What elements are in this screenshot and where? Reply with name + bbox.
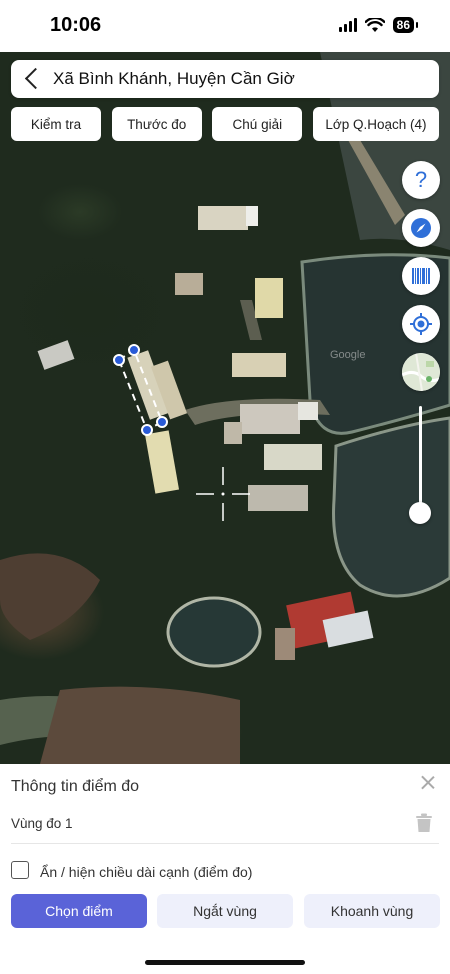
status-time: 10:06 [50,14,102,36]
measure-point[interactable] [128,344,140,356]
back-chevron-icon[interactable] [19,60,49,98]
signal-icon [338,18,357,32]
help-button[interactable]: ? [402,161,440,199]
measure-point[interactable] [113,354,125,366]
show-edge-length-label: Ẩn / hiện chiều dài cạnh (điểm đo) [40,864,253,880]
map-layer-button[interactable] [402,353,440,391]
show-edge-length-checkbox[interactable] [11,861,29,879]
enclose-zone-button[interactable]: Khoanh vùng [304,894,440,928]
measure-point[interactable] [141,424,153,436]
compass-button[interactable] [402,209,440,247]
zoom-slider-track[interactable] [419,406,422,516]
map-imagery: Google [0,52,450,764]
compass-icon [411,218,431,238]
chip-planning-layers[interactable]: Lớp Q.Hoạch (4) [312,107,439,141]
location-search-bar[interactable]: Xã Bình Khánh, Huyện Cần Giờ [11,60,439,98]
barcode-button[interactable] [402,257,440,295]
crosshair-icon [196,467,250,521]
home-indicator [145,960,305,965]
svg-text:?: ? [415,169,427,191]
satellite-map[interactable]: Google [0,52,450,764]
status-bar: 10:06 86 [0,0,450,52]
wifi-icon [364,17,385,32]
zone-label: Vùng đo 1 [11,816,73,831]
status-icons: 86 [338,17,419,33]
chip-check[interactable]: Kiểm tra [11,107,101,141]
chip-ruler[interactable]: Thước đo [111,107,202,141]
close-icon[interactable] [418,773,438,793]
split-zone-button[interactable]: Ngắt vùng [157,894,293,928]
locate-button[interactable] [402,305,440,343]
chip-legend[interactable]: Chú giải [212,107,303,141]
select-point-button[interactable]: Chọn điểm [11,894,147,928]
divider [11,843,439,844]
map-watermark: Google [330,349,365,361]
map-layer-icon [402,353,440,391]
location-title: Xã Bình Khánh, Huyện Cần Giờ [53,69,295,88]
locate-icon [410,313,432,335]
measure-info-sheet: Thông tin điểm đo Vùng đo 1 Ẩn / hiện ch… [0,764,450,974]
measure-point[interactable] [156,416,168,428]
trash-icon[interactable] [415,813,433,833]
barcode-icon [412,268,430,284]
help-icon: ? [415,169,427,191]
battery-indicator: 86 [392,17,419,33]
zoom-slider-thumb[interactable] [409,502,431,524]
toolbar-chips: Kiểm tra Thước đo Chú giải Lớp Q.Hoạch (… [11,107,439,141]
sheet-title: Thông tin điểm đo [11,778,140,795]
